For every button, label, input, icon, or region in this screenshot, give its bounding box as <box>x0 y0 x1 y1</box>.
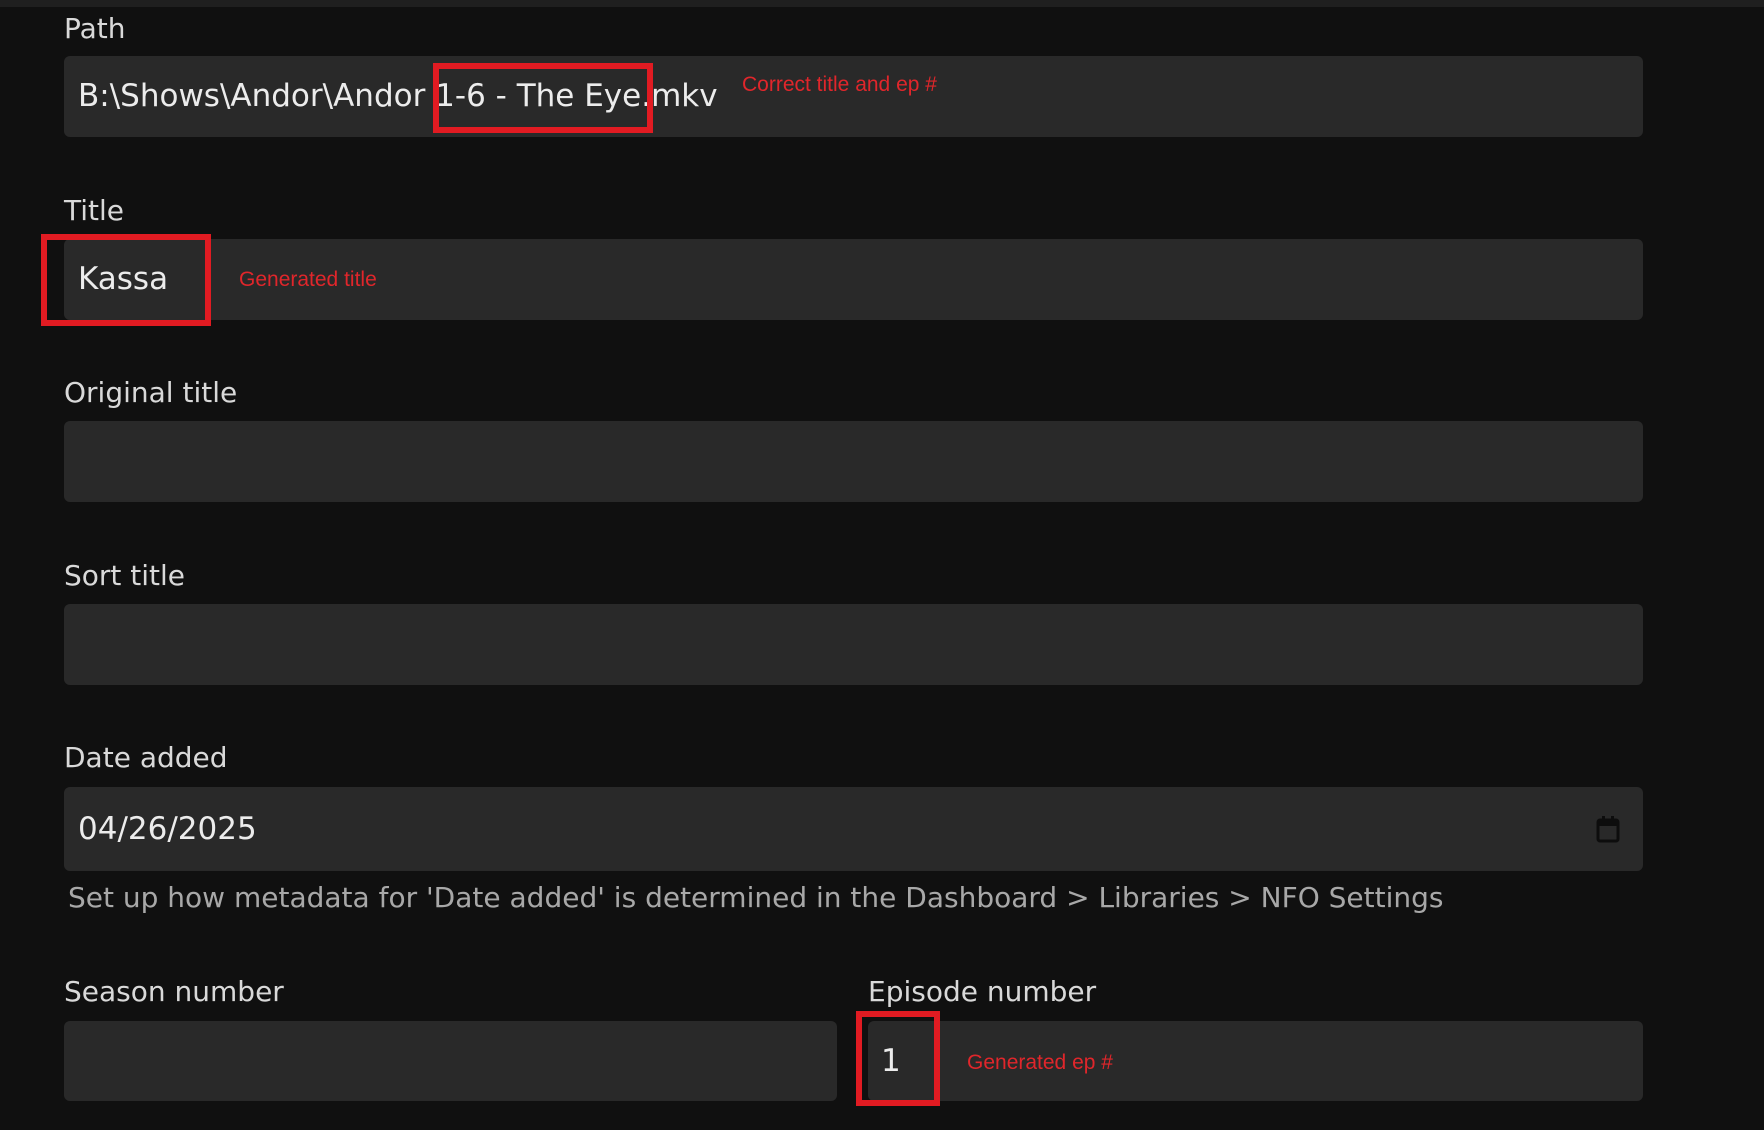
path-annotation: Correct title and ep # <box>742 73 937 96</box>
path-label: Path <box>64 12 126 45</box>
sort-title-input[interactable] <box>64 604 1643 685</box>
season-number-input[interactable] <box>64 1021 837 1101</box>
episode-number-annotation: Generated ep # <box>967 1051 1113 1074</box>
season-number-label: Season number <box>64 975 284 1008</box>
top-divider <box>0 0 1764 7</box>
title-annotation: Generated title <box>239 268 377 291</box>
episode-number-highlight-box <box>856 1011 940 1106</box>
date-added-value: 04/26/2025 <box>78 811 257 847</box>
original-title-label: Original title <box>64 376 238 409</box>
date-added-helper-text: Set up how metadata for 'Date added' is … <box>68 881 1444 914</box>
path-highlight-box <box>433 63 653 133</box>
sort-title-label: Sort title <box>64 559 186 592</box>
episode-number-label: Episode number <box>868 975 1097 1008</box>
date-added-input[interactable]: 04/26/2025 <box>64 787 1643 871</box>
date-added-label: Date added <box>64 741 228 774</box>
calendar-icon[interactable] <box>1596 815 1620 843</box>
original-title-input[interactable] <box>64 421 1643 502</box>
title-label: Title <box>64 194 125 227</box>
metadata-editor-form: Path B:\Shows\Andor\Andor 1-6 - The Eye.… <box>0 0 1764 1130</box>
title-highlight-box <box>41 234 211 326</box>
